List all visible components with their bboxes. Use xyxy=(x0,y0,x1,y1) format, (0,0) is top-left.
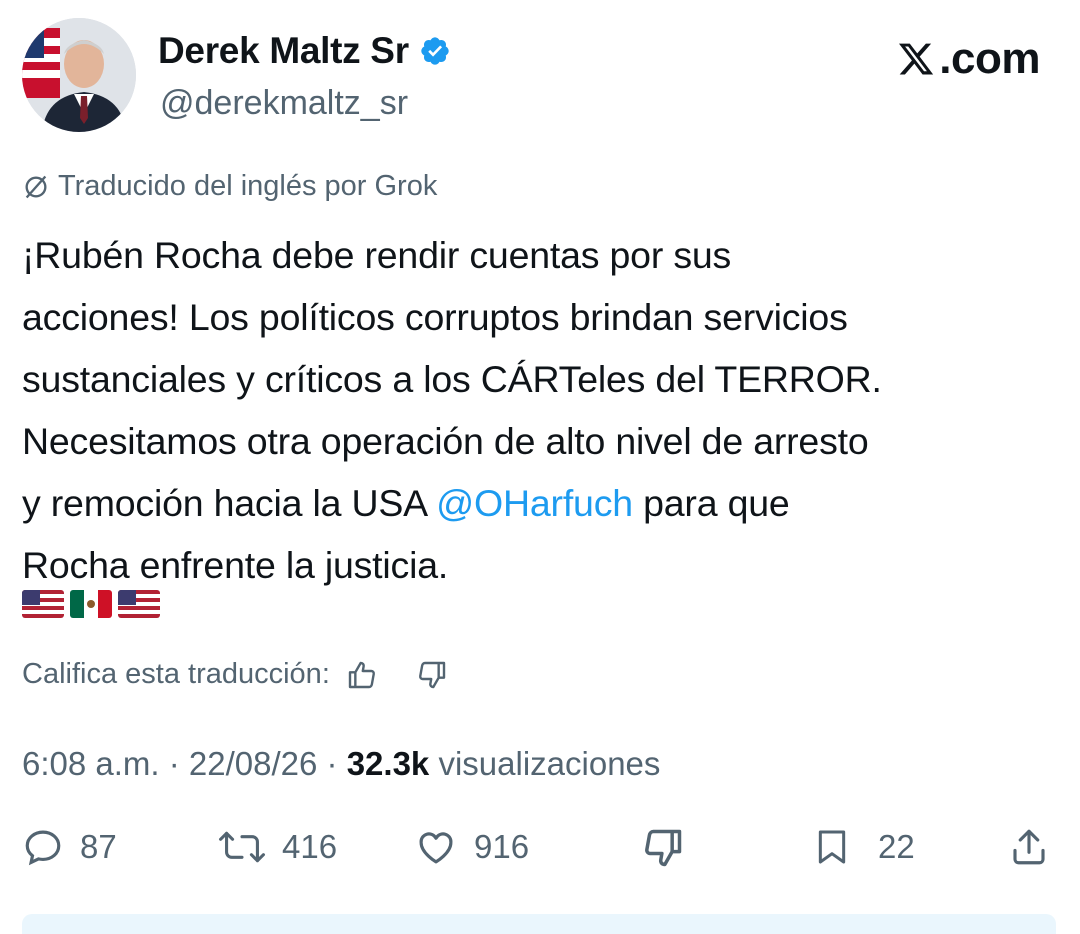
reply-icon xyxy=(25,830,61,866)
tweet-line: ¡Rubén Rocha debe rendir cuentas por sus xyxy=(22,234,732,276)
tweet-meta: 6:08 a.m. · 22/08/26 · 32.3k visualizaci… xyxy=(22,745,660,783)
repost-icon xyxy=(219,831,265,863)
like-count: 916 xyxy=(474,828,530,865)
like-button[interactable]: 916 xyxy=(414,826,529,868)
tweet-line-part: para que xyxy=(632,482,790,524)
tweet-line: y remoción hacia la USA @OHarfuch para q… xyxy=(22,472,1062,534)
x-brand-icon xyxy=(899,43,934,75)
views-count: 32.3k xyxy=(346,745,430,782)
thumbs-down-icon xyxy=(418,661,446,688)
views-label: visualizaciones xyxy=(429,745,661,782)
tweet-line-part: y remoción hacia la USA xyxy=(22,482,437,524)
bookmark-button[interactable]: 22 xyxy=(812,826,915,868)
tweet-date[interactable]: 22/08/26 xyxy=(189,745,317,782)
thumbs-up-icon xyxy=(348,661,375,688)
meta-separator: · xyxy=(317,745,347,782)
tweet-time[interactable]: 6:08 a.m. xyxy=(22,745,160,782)
heart-icon xyxy=(419,832,453,864)
reply-panel-edge xyxy=(22,914,1056,934)
tweet-line: acciones! Los políticos corruptos brinda… xyxy=(22,296,848,338)
mx-flag-icon xyxy=(70,590,112,618)
rate-translation-label: Califica esta traducción: xyxy=(22,658,330,690)
translation-notice-text: Traducido del inglés por Grok xyxy=(58,170,438,202)
verified-badge-icon xyxy=(421,37,449,65)
share-button[interactable] xyxy=(1008,826,1066,868)
avatar[interactable] xyxy=(22,18,136,132)
author-name-text[interactable]: Derek Maltz Sr xyxy=(158,30,409,72)
grok-icon xyxy=(25,175,47,198)
tweet-line: Rocha enfrente la justicia. xyxy=(22,544,449,586)
bookmark-count: 22 xyxy=(878,828,915,865)
dislike-button[interactable] xyxy=(640,826,702,870)
thumbs-down-icon xyxy=(645,829,682,867)
translation-notice: Traducido del inglés por Grok xyxy=(22,170,437,203)
emoji-flags xyxy=(22,590,160,618)
us-flag-icon xyxy=(118,590,160,618)
tweet-text: ¡Rubén Rocha debe rendir cuentas por sus… xyxy=(22,224,1062,596)
repost-count: 416 xyxy=(282,828,338,865)
site-label: .com xyxy=(939,34,1040,83)
author-name[interactable]: Derek Maltz Sr xyxy=(158,30,451,72)
reply-count: 87 xyxy=(80,828,117,865)
rate-translation: Califica esta traducción: xyxy=(22,658,448,691)
mention-link[interactable]: @OHarfuch xyxy=(436,482,633,524)
meta-separator: · xyxy=(159,745,189,782)
share-icon xyxy=(1013,829,1045,865)
repost-button[interactable]: 416 xyxy=(218,826,337,868)
tweet-line: Necesitamos otra operación de alto nivel… xyxy=(22,420,869,462)
author-handle[interactable]: @derekmaltz_sr xyxy=(160,84,408,123)
x-logo: .com xyxy=(896,34,1040,84)
thumbs-up-button[interactable] xyxy=(346,659,378,691)
reply-button[interactable]: 87 xyxy=(22,826,117,868)
us-flag-icon xyxy=(22,590,64,618)
bookmark-icon xyxy=(818,830,846,864)
tweet-line: sustanciales y críticos a los CÁRTeles d… xyxy=(22,358,882,400)
thumbs-down-button[interactable] xyxy=(416,659,448,691)
